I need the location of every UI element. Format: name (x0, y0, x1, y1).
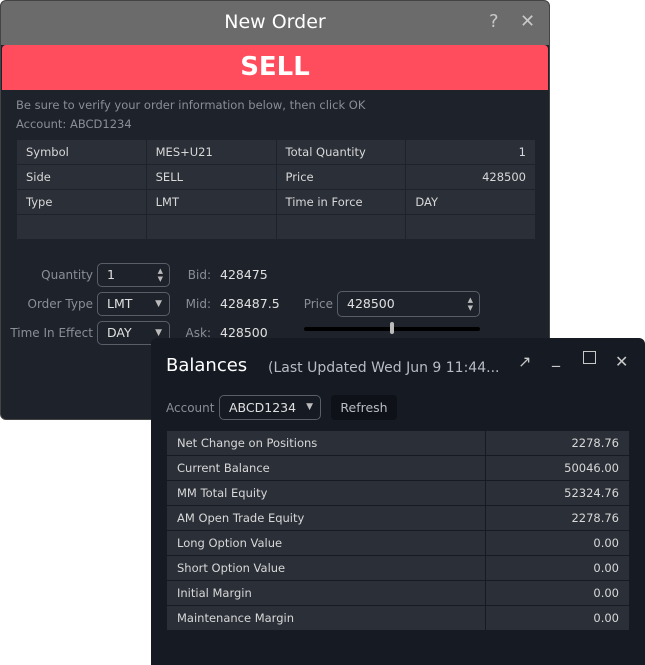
side-banner: SELL (2, 45, 548, 90)
balance-value: 0.00 (485, 530, 630, 556)
tif-label: Time In Effect (10, 326, 93, 340)
close-icon[interactable]: ✕ (520, 11, 535, 32)
price-stepper[interactable]: 428500 ▲ ▼ (337, 291, 480, 317)
balance-value: 50046.00 (485, 455, 630, 481)
balance-value: 52324.76 (485, 480, 630, 506)
chevron-down-icon: ▼ (306, 402, 313, 412)
minimize-icon[interactable]: _ (552, 348, 560, 367)
balance-label: MM Total Equity (166, 480, 486, 506)
summary-cell: Time in Force (275, 189, 407, 215)
title-bar: New Order ? ✕ (1, 1, 549, 45)
summary-row (16, 214, 536, 240)
balances-title: Balances (166, 355, 248, 376)
summary-cell: DAY (405, 189, 536, 215)
summary-cell: 1 (405, 139, 536, 165)
price-slider[interactable] (304, 322, 480, 334)
tif-value: DAY (107, 325, 132, 340)
bid-label: Bid: (187, 268, 211, 282)
account-value: ABCD1234 (229, 400, 297, 415)
balances-window: Balances (Last Updated Wed Jun 9 11:44..… (151, 338, 645, 665)
balance-row: Net Change on Positions 2278.76 (166, 430, 630, 456)
balance-row: Short Option Value 0.00 (166, 555, 630, 581)
balance-label: Long Option Value (166, 530, 486, 556)
price-value: 428500 (347, 296, 395, 311)
balance-value: 0.00 (485, 580, 630, 606)
account-label: Account (166, 401, 215, 415)
popout-icon[interactable]: ↗ (518, 352, 531, 371)
summary-cell: Side (16, 164, 147, 190)
balance-row: Initial Margin 0.00 (166, 580, 630, 606)
balance-row: MM Total Equity 52324.76 (166, 480, 630, 506)
window-title: New Order (224, 11, 326, 33)
order-type-value: LMT (107, 296, 133, 311)
balance-row: Maintenance Margin 0.00 (166, 605, 630, 631)
balance-row: AM Open Trade Equity 2278.76 (166, 505, 630, 531)
price-label: Price (303, 297, 333, 311)
summary-cell: LMT (145, 189, 277, 215)
quantity-stepper[interactable]: 1 ▲ ▼ (97, 263, 170, 287)
balance-label: Maintenance Margin (166, 605, 486, 631)
summary-cell (16, 214, 147, 240)
balance-label: Current Balance (166, 455, 486, 481)
maximize-icon[interactable] (583, 351, 596, 364)
order-type-select[interactable]: LMT ▼ (97, 292, 170, 316)
summary-row: Type LMT Time in Force DAY (16, 189, 536, 215)
summary-cell: Total Quantity (275, 139, 407, 165)
mid-value: 428487.5 (220, 296, 280, 311)
balance-label: Net Change on Positions (166, 430, 486, 456)
help-icon[interactable]: ? (489, 11, 499, 32)
balance-label: Short Option Value (166, 555, 486, 581)
summary-cell: Price (275, 164, 407, 190)
balance-value: 2278.76 (485, 505, 630, 531)
close-icon[interactable]: ✕ (615, 352, 628, 371)
balance-row: Long Option Value 0.00 (166, 530, 630, 556)
bid-value: 428475 (220, 267, 268, 282)
summary-row: Side SELL Price 428500 (16, 164, 536, 190)
summary-cell (145, 214, 277, 240)
summary-cell: Type (16, 189, 147, 215)
quantity-label: Quantity (41, 268, 93, 282)
account-line: Account: ABCD1234 (16, 117, 132, 131)
order-type-label: Order Type (27, 297, 93, 311)
balance-label: Initial Margin (166, 580, 486, 606)
balance-value: 0.00 (485, 605, 630, 631)
summary-cell: MES+U21 (145, 139, 277, 165)
summary-cell (275, 214, 407, 240)
verify-note: Be sure to verify your order information… (16, 98, 366, 112)
summary-cell: SELL (145, 164, 277, 190)
balance-value: 2278.76 (485, 430, 630, 456)
balance-label: AM Open Trade Equity (166, 505, 486, 531)
balance-row: Current Balance 50046.00 (166, 455, 630, 481)
chevron-down-icon: ▼ (155, 299, 162, 309)
spinner-arrows-icon[interactable]: ▲ ▼ (158, 267, 163, 283)
summary-cell: Symbol (16, 139, 147, 165)
refresh-button[interactable]: Refresh (331, 395, 397, 420)
account-select[interactable]: ABCD1234 ▼ (219, 395, 321, 420)
mid-label: Mid: (185, 297, 211, 311)
balance-value: 0.00 (485, 555, 630, 581)
summary-cell: 428500 (405, 164, 536, 190)
spinner-arrows-icon[interactable]: ▲ ▼ (468, 296, 473, 312)
summary-cell (405, 214, 536, 240)
summary-row: Symbol MES+U21 Total Quantity 1 (16, 139, 536, 165)
last-updated: (Last Updated Wed Jun 9 11:44... (268, 360, 500, 376)
order-summary-table: Symbol MES+U21 Total Quantity 1 Side SELL Pric… (16, 139, 536, 240)
balances-table: Net Change on Positions 2278.76 Current Ba… (166, 430, 630, 631)
slider-thumb[interactable] (390, 322, 394, 334)
quantity-value: 1 (107, 267, 115, 282)
